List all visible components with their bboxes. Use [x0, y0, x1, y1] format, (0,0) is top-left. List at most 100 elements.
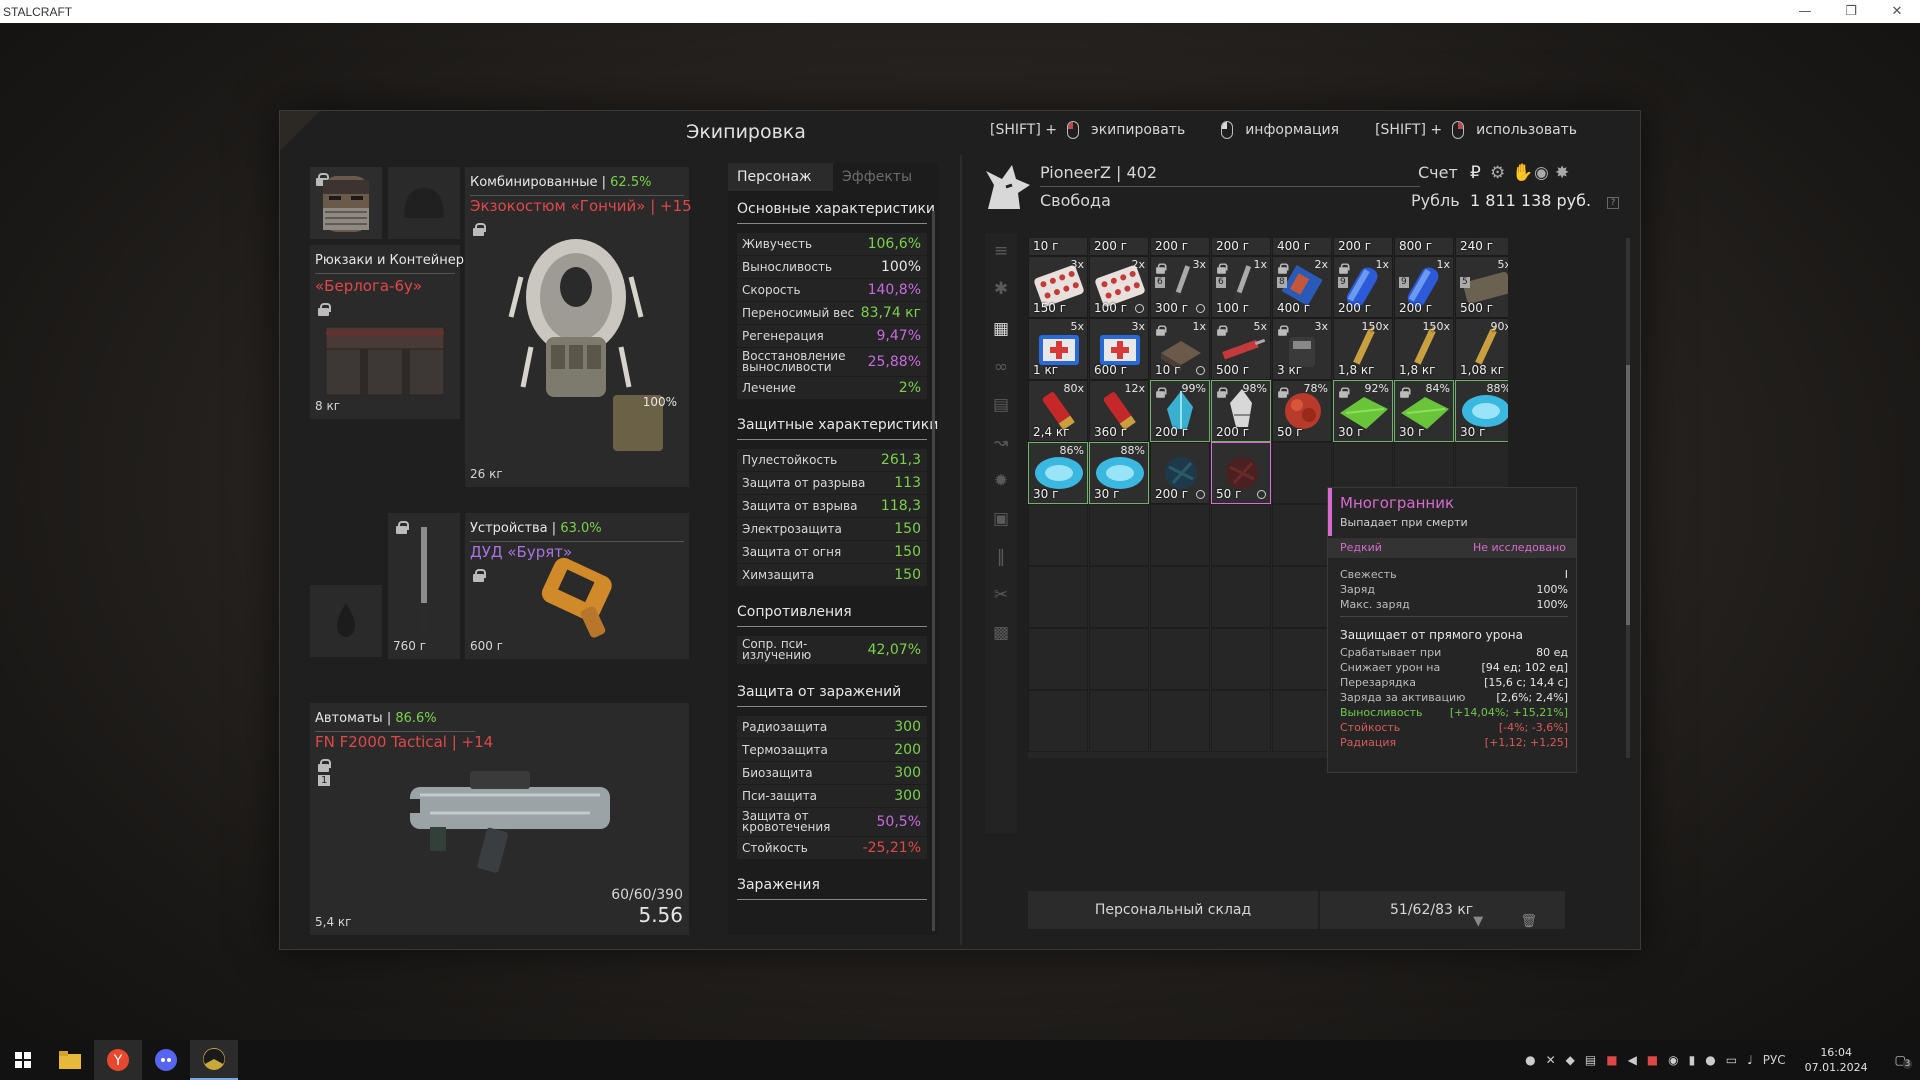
inventory-item[interactable]: 9 1x 200 г [1394, 256, 1454, 318]
close-icon[interactable]: ✕ [1874, 0, 1920, 23]
inventory-item[interactable]: 80x 2,4 кг [1028, 380, 1088, 442]
inventory-item[interactable]: 150x 1,8 кг [1333, 318, 1393, 380]
empty-cell[interactable] [1089, 504, 1149, 566]
link-icon[interactable]: ∞ [989, 355, 1013, 379]
inventory-item[interactable]: 6 3x 300 г [1150, 256, 1210, 318]
helmet-slot[interactable] [388, 167, 460, 239]
inventory-scrollbar[interactable] [1626, 238, 1630, 758]
language-indicator[interactable]: РУС [1763, 1053, 1786, 1067]
file-explorer-icon[interactable] [46, 1040, 94, 1080]
tray-app-icon[interactable]: ◀ [1628, 1053, 1637, 1067]
inventory-item[interactable]: 200 г [1150, 442, 1210, 504]
empty-cell[interactable] [1272, 566, 1332, 628]
inventory-item[interactable]: 5x 1 кг [1028, 318, 1088, 380]
usb-icon[interactable]: ▮ [1689, 1053, 1696, 1067]
inventory-item[interactable]: 92% 30 г [1333, 380, 1393, 442]
tray-app-icon[interactable]: ✕ [1546, 1053, 1556, 1067]
artifact-slot[interactable] [310, 585, 382, 657]
inventory-item[interactable]: 99% 200 г [1150, 380, 1210, 442]
steam-icon[interactable]: ◉ [1668, 1053, 1678, 1067]
notifications-icon[interactable]: ▢ 3 [1895, 1053, 1913, 1069]
badge-currency-icon[interactable]: ◉ [1534, 163, 1549, 183]
restore-icon[interactable]: ❐ [1828, 0, 1874, 23]
backpack-slot[interactable]: Рюкзаки и Контейнеры «Берлога-6у» 8 кг [310, 245, 474, 419]
inventory-item[interactable]: 9 1x 200 г [1333, 256, 1393, 318]
tab-effects[interactable]: Эффекты [833, 163, 938, 191]
inventory-item[interactable]: 5x 500 г [1211, 318, 1271, 380]
inventory-item[interactable]: 8 2x 400 г [1272, 256, 1332, 318]
tray-app-icon[interactable]: ■ [1606, 1053, 1617, 1067]
empty-cell[interactable] [1028, 566, 1088, 628]
inventory-item[interactable]: 5 5x 500 г [1455, 256, 1508, 318]
inventory-item[interactable]: 84% 30 г [1394, 380, 1454, 442]
scroll-thumb[interactable] [1626, 365, 1630, 625]
inventory-cell[interactable]: 240 г [1455, 238, 1508, 256]
weapon-slot[interactable]: Автоматы | 86.6% FN F2000 Tactical | +14… [310, 703, 689, 935]
empty-cell[interactable] [1150, 628, 1210, 690]
melee-slot[interactable]: 760 г [388, 513, 460, 659]
inventory-item[interactable]: 12x 360 г [1089, 380, 1149, 442]
trash-icon[interactable]: 🗑 [1520, 914, 1537, 929]
inventory-item[interactable]: 1x 10 г [1150, 318, 1210, 380]
tray-app-icon[interactable]: ● [1525, 1053, 1535, 1067]
armor-slot[interactable]: Комбинированные | 62.5% Экзокостюм «Гонч… [465, 167, 692, 487]
empty-cell[interactable] [1211, 690, 1271, 752]
inventory-item[interactable]: 150x 1,8 кг [1394, 318, 1454, 380]
empty-cell[interactable] [1150, 690, 1210, 752]
inventory-cell[interactable]: 200 г [1211, 238, 1271, 256]
inventory-item[interactable]: 98% 200 г [1211, 380, 1271, 442]
empty-cell[interactable] [1272, 442, 1332, 504]
misc-filter-icon[interactable]: ▩ [989, 621, 1013, 645]
empty-cell[interactable] [1272, 690, 1332, 752]
inventory-item[interactable]: 3x 3 кг [1272, 318, 1332, 380]
tools-filter-icon[interactable]: ✂ [989, 583, 1013, 607]
inventory-item[interactable]: 50 г [1211, 442, 1271, 504]
yandex-browser-icon[interactable]: Y [94, 1040, 142, 1080]
personal-storage-button[interactable]: Персональный склад [1028, 891, 1318, 929]
inventory-item[interactable]: 86% 30 г [1028, 442, 1088, 504]
inventory-item[interactable]: 3x 150 г [1028, 256, 1088, 318]
inventory-item[interactable]: 6 1x 100 г [1211, 256, 1271, 318]
empty-cell[interactable] [1150, 566, 1210, 628]
minimize-icon[interactable]: — [1782, 0, 1828, 23]
ruble-icon[interactable]: ₽ [1470, 163, 1481, 183]
clock[interactable]: 16:04 07.01.2024 [1805, 1045, 1868, 1075]
weapon-filter-icon[interactable]: ↝ [989, 431, 1013, 455]
device-slot[interactable]: Устройства | 63.0% ДУД «Бурят» 600 г [465, 513, 689, 659]
token-currency-icon[interactable]: ✸ [1555, 163, 1569, 183]
ammo-filter-icon[interactable]: ‖ [989, 545, 1013, 569]
tray-app-icon[interactable]: ◆ [1566, 1053, 1575, 1067]
stalcraft-app-icon[interactable] [190, 1040, 238, 1080]
gear-currency-icon[interactable]: ⚙ [1490, 163, 1505, 183]
inventory-item[interactable]: 88% 30 г [1455, 380, 1508, 442]
network-icon[interactable]: ▭ [1726, 1053, 1737, 1067]
grid-icon[interactable]: ▦ [989, 317, 1013, 341]
windows-start-icon[interactable] [0, 1040, 46, 1080]
empty-cell[interactable] [1272, 504, 1332, 566]
empty-cell[interactable] [1211, 566, 1271, 628]
inventory-cell[interactable]: 400 г [1272, 238, 1332, 256]
tray-app-icon[interactable]: ▤ [1585, 1053, 1596, 1067]
inventory-cell[interactable]: 800 г [1394, 238, 1454, 256]
empty-cell[interactable] [1089, 628, 1149, 690]
inventory-cell[interactable]: 200 г [1333, 238, 1393, 256]
head-slot[interactable] [310, 167, 382, 239]
inventory-item[interactable]: 90x 1,08 кг [1455, 318, 1508, 380]
tray-app-icon[interactable]: ■ [1647, 1053, 1658, 1067]
volume-icon[interactable]: ♩ [1747, 1053, 1753, 1067]
empty-cell[interactable] [1089, 566, 1149, 628]
stats-scrollbar[interactable] [932, 211, 935, 931]
help-icon[interactable]: ? [1607, 197, 1619, 209]
sort-icon[interactable]: ≡ [989, 239, 1013, 263]
armor-filter-icon[interactable]: ▤ [989, 393, 1013, 417]
empty-cell[interactable] [1028, 504, 1088, 566]
inventory-cell[interactable]: 10 г [1028, 238, 1088, 256]
inventory-cell[interactable]: 200 г [1089, 238, 1149, 256]
empty-cell[interactable] [1272, 628, 1332, 690]
microphone-icon[interactable]: ● [1705, 1053, 1715, 1067]
inventory-item[interactable]: 3x 600 г [1089, 318, 1149, 380]
artifact-filter-icon[interactable]: ✹ [989, 469, 1013, 493]
empty-cell[interactable] [1150, 504, 1210, 566]
empty-cell[interactable] [1089, 690, 1149, 752]
hand-currency-icon[interactable]: ✋ [1512, 163, 1533, 183]
